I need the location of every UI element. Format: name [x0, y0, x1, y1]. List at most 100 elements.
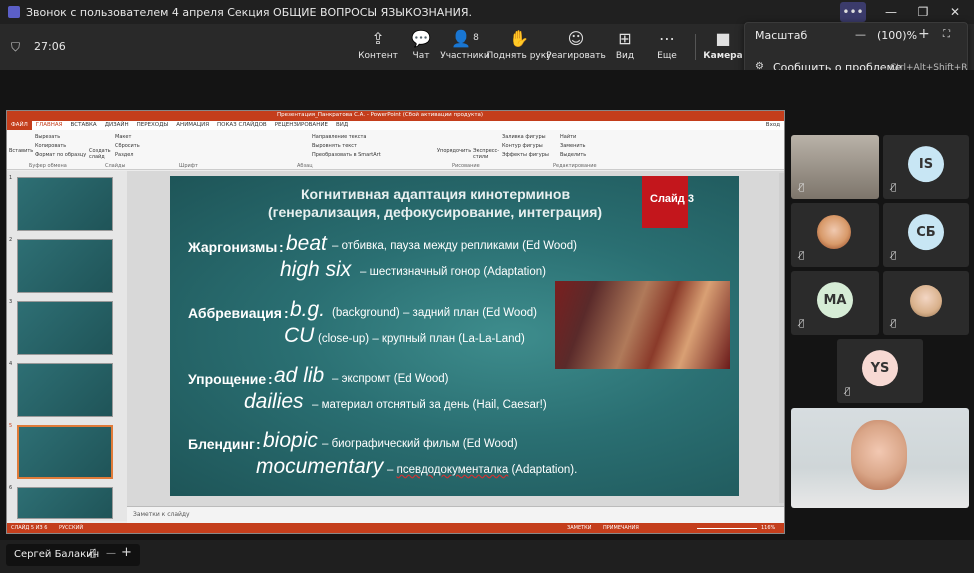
find-button[interactable]: Найти: [560, 134, 576, 140]
term-category: Упрощение: [188, 371, 267, 387]
copy-button[interactable]: Копировать: [35, 143, 66, 149]
format-painter-button[interactable]: Формат по образцу: [35, 152, 86, 158]
slide-thumbnail-6[interactable]: [17, 487, 113, 519]
term-definition: – шестизначный гонор (Adaptation): [360, 266, 546, 278]
notes-pane[interactable]: Заметки к слайду: [127, 506, 784, 523]
tab-view[interactable]: ВИД: [332, 121, 352, 130]
shape-effects-button[interactable]: Эффекты фигуры: [502, 152, 549, 158]
quick-styles-button[interactable]: Экспресс-стили: [473, 148, 499, 160]
tab-animation[interactable]: АНИМАЦИЯ: [172, 121, 213, 130]
slide-thumbnails-pane: 1 2 3 4 5 6: [7, 171, 127, 521]
share-icon: ⇪: [371, 28, 385, 48]
participant-tile-ys[interactable]: YS 🎙̸: [837, 339, 923, 403]
shape-fill-button[interactable]: Заливка фигуры: [502, 134, 546, 140]
slide-thumbnail-1[interactable]: [17, 177, 113, 231]
participants-button[interactable]: 👤 8 Участники: [436, 28, 494, 62]
editing-group: Редактирование: [553, 163, 597, 169]
slide-thumbnail-4[interactable]: [17, 363, 113, 417]
participant-tile-sb[interactable]: СБ 🎙̸: [883, 203, 969, 267]
notes-toggle[interactable]: ЗАМЕТКИ: [567, 525, 591, 531]
fit-screen-icon[interactable]: ⛶: [943, 29, 950, 40]
participant-tile-ma[interactable]: MA 🎙̸: [791, 271, 879, 335]
mic-off-icon: 🎙̸: [845, 387, 851, 397]
shape-outline-button[interactable]: Контур фигуры: [502, 143, 543, 149]
tab-slideshow[interactable]: ПОКАЗ СЛАЙДОВ: [213, 121, 271, 130]
people-icon: 👤 8: [451, 28, 479, 48]
meeting-timer: 27:06: [34, 40, 66, 53]
participant-video-tile[interactable]: 🎙̸: [883, 271, 969, 335]
slide-thumbnail-5[interactable]: [17, 425, 113, 479]
term: biopic: [263, 429, 318, 452]
comments-toggle[interactable]: ПРИМЕЧАНИЯ: [603, 525, 639, 531]
layout-button[interactable]: Макет: [115, 134, 131, 140]
add-icon[interactable]: +: [121, 545, 132, 560]
zoom-in-button[interactable]: +: [918, 26, 930, 42]
term-definition: – отбивка, пауза между репликами (Ed Woo…: [332, 240, 577, 252]
thumb-number: 1: [9, 175, 13, 181]
zoom-slider[interactable]: [697, 528, 757, 529]
tab-insert[interactable]: ВСТАВКА: [67, 121, 101, 130]
tab-design[interactable]: ДИЗАЙН: [101, 121, 133, 130]
thumb-number: 3: [9, 299, 13, 305]
arrange-button[interactable]: Упорядочить: [437, 148, 471, 154]
mic-off-icon: 🎙̸: [799, 319, 805, 329]
new-slide-button[interactable]: Создать слайд: [89, 148, 111, 160]
mic-off-icon: 🎙̸: [891, 251, 897, 261]
avatar: СБ: [908, 214, 944, 251]
slide-counter: СЛАЙД 5 ИЗ 6: [11, 525, 48, 531]
tab-review[interactable]: РЕЦЕНЗИРОВАНИЕ: [271, 121, 332, 130]
more-button[interactable]: ⋯ Еще: [638, 28, 696, 62]
term: dailies: [244, 390, 304, 413]
vertical-scrollbar[interactable]: [779, 173, 784, 503]
section-button[interactable]: Раздел: [115, 152, 133, 158]
mic-off-icon: 🎙̸: [891, 319, 897, 329]
term-category: Блендинг: [188, 436, 255, 452]
current-slide: Когнитивная адаптация кинотерминов (гене…: [170, 176, 739, 496]
tab-file[interactable]: ФАЙЛ: [7, 121, 32, 130]
mic-off-icon: 🎙̸: [799, 251, 805, 261]
teams-logo-icon: [8, 6, 20, 18]
window-title: Звонок с пользователем 4 апреля Секция О…: [26, 5, 472, 19]
term-separator: :: [279, 239, 284, 255]
slide-title-line2: (генерализация, дефокусирование, интегра…: [268, 204, 603, 220]
login-link[interactable]: Вход: [762, 121, 784, 130]
term-definition: – псевдодокументалка (Adaptation).: [387, 464, 578, 476]
participant-video-tile-large[interactable]: [791, 408, 969, 508]
participant-photo: [817, 215, 851, 249]
align-text-button[interactable]: Выровнять текст: [312, 143, 357, 149]
paragraph-group: Абзац: [297, 163, 313, 169]
slide-thumbnail-2[interactable]: [17, 239, 113, 293]
maximize-button[interactable]: ❐: [908, 0, 938, 24]
reset-button[interactable]: Сбросить: [115, 143, 140, 149]
zoom-out-button[interactable]: —: [855, 28, 866, 41]
avatar: IS: [908, 146, 944, 183]
ppt-tabbar: ФАЙЛ ГЛАВНАЯ ВСТАВКА ДИЗАЙН ПЕРЕХОДЫ АНИ…: [7, 121, 784, 130]
participant-video-tile[interactable]: 🎙̸: [791, 203, 879, 267]
more-options-icon[interactable]: •••: [840, 2, 866, 22]
select-button[interactable]: Выделить: [560, 152, 586, 158]
participant-video-tile[interactable]: 🎙̸: [791, 135, 879, 199]
raise-hand-button[interactable]: ✋ Поднять руку: [487, 28, 552, 62]
cut-button[interactable]: Вырезать: [35, 134, 60, 140]
term-separator: :: [268, 371, 273, 387]
tab-home[interactable]: ГЛАВНАЯ: [32, 121, 67, 130]
mic-off-icon: 🎙̸: [891, 183, 897, 193]
close-button[interactable]: ✕: [940, 0, 970, 24]
paste-button[interactable]: Вставить: [9, 148, 33, 154]
term-separator: :: [284, 305, 289, 321]
text-direction-button[interactable]: Направление текста: [312, 134, 366, 140]
tab-transitions[interactable]: ПЕРЕХОДЫ: [133, 121, 173, 130]
participant-tile-is[interactable]: IS 🎙̸: [883, 135, 969, 199]
thumb-number: 2: [9, 237, 13, 243]
slide-number-badge-label: Слайд 3: [650, 193, 694, 205]
term-separator: :: [256, 436, 261, 452]
term-definition: – биографический фильм (Ed Wood): [322, 438, 518, 450]
slide-thumbnail-3[interactable]: [17, 301, 113, 355]
smile-icon: ☺: [567, 28, 585, 48]
replace-button[interactable]: Заменить: [560, 143, 586, 149]
minimize-button[interactable]: —: [876, 0, 906, 24]
term-definition: – экспромт (Ed Wood): [332, 373, 449, 385]
zoom-value: (100)%: [877, 29, 918, 42]
presenter-name: Сергей Балакин: [14, 549, 100, 560]
smartart-button[interactable]: Преобразовать в SmartArt: [312, 152, 381, 158]
